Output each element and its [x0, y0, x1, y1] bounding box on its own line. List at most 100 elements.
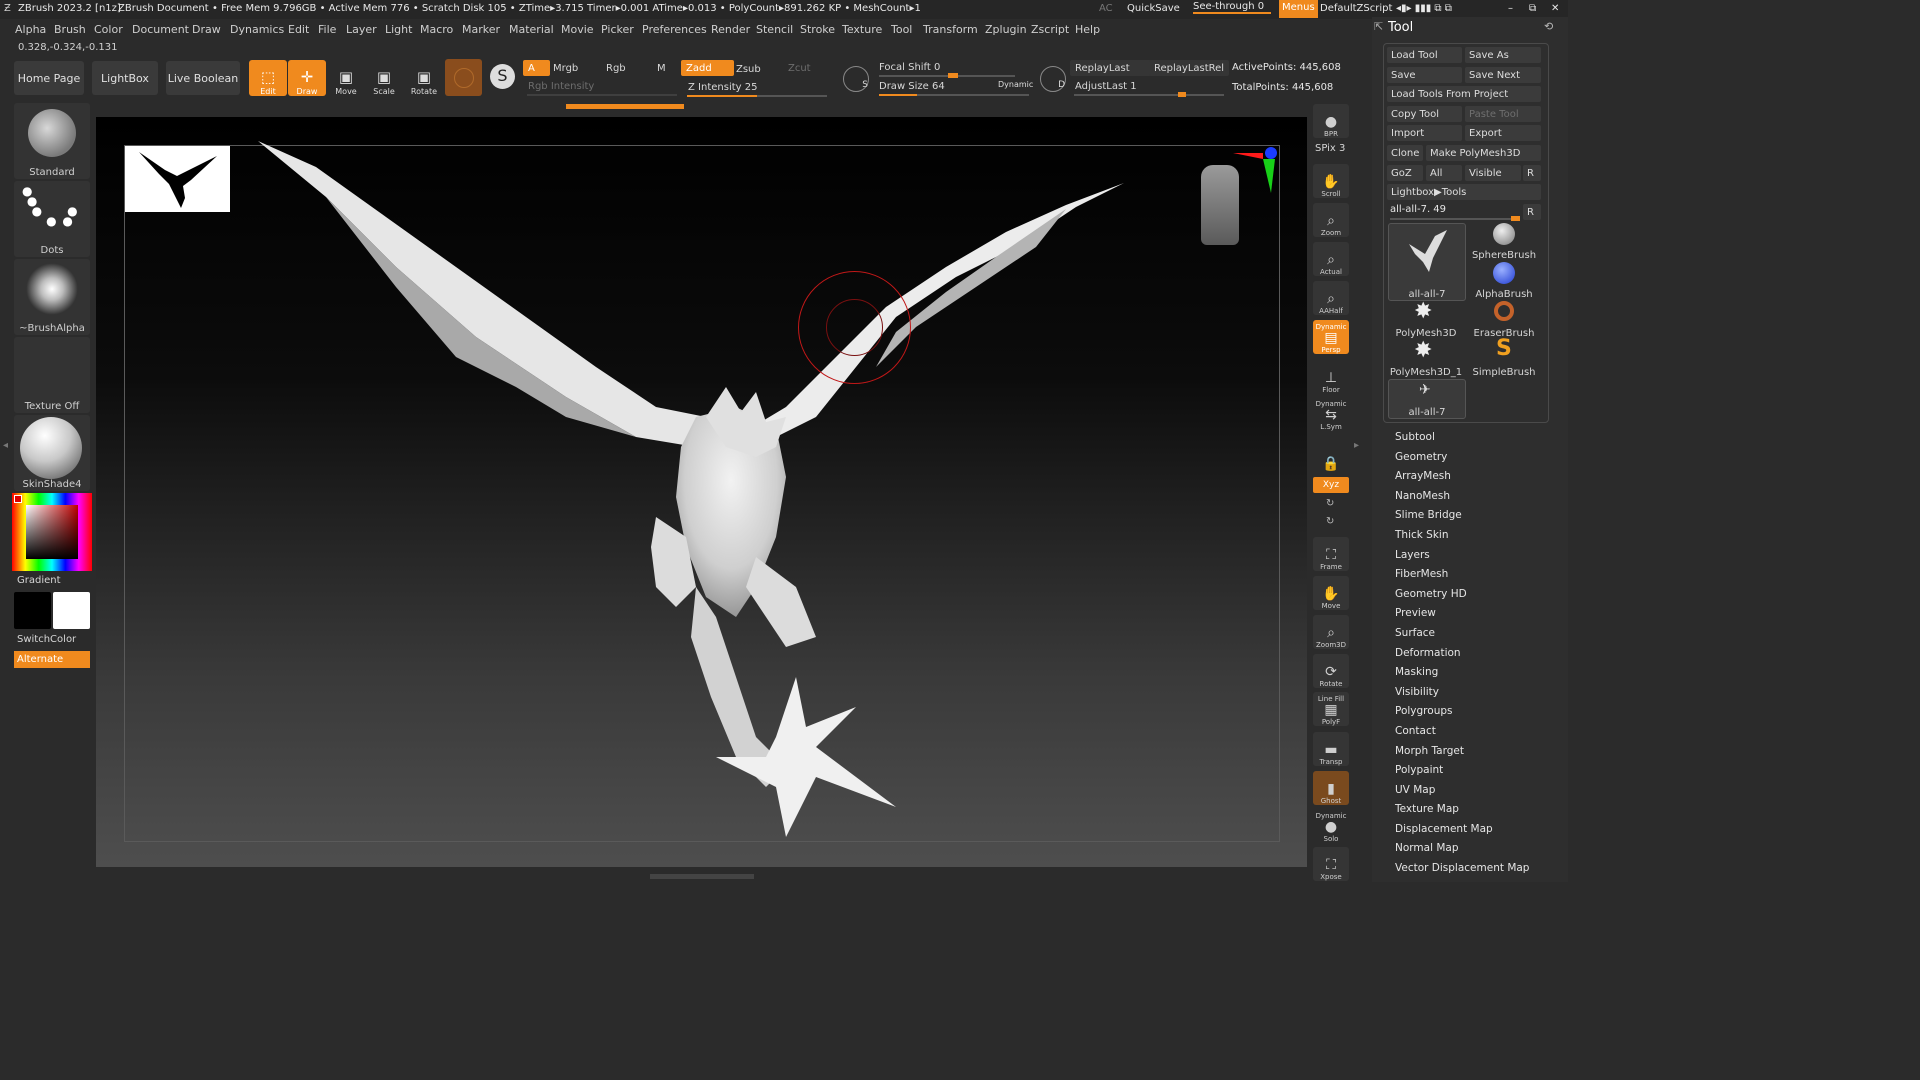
menu-file[interactable]: File — [318, 23, 336, 36]
subpalette-geometry-hd[interactable]: Geometry HD — [1395, 588, 1467, 600]
z-intensity-slider[interactable]: Z Intensity 25 — [683, 79, 833, 95]
material-selector[interactable]: SkinShade4 — [14, 415, 90, 491]
goz-r-button[interactable]: R — [1523, 165, 1541, 181]
zadd-button[interactable]: Zadd — [681, 60, 734, 76]
import-button[interactable]: Import — [1387, 125, 1462, 141]
subpalette-subtool[interactable]: Subtool — [1395, 431, 1435, 443]
paste-tool-button[interactable]: Paste Tool — [1465, 106, 1541, 122]
lightbox-button[interactable]: LightBox — [92, 61, 158, 95]
menu-document[interactable]: Document — [132, 23, 189, 36]
draw-size-slider[interactable]: Draw Size 64 — [874, 78, 994, 94]
menu-light[interactable]: Light — [385, 23, 412, 36]
layout-icons[interactable]: ◂▮▸ ▮▮▮ ⧉ ⧉ — [1396, 3, 1452, 14]
subpalette-slime-bridge[interactable]: Slime Bridge — [1395, 509, 1462, 521]
canvas-viewport[interactable] — [96, 117, 1307, 867]
alpha-selector[interactable]: ~BrushAlpha — [14, 259, 90, 335]
sculptris-s-toggle[interactable]: S — [843, 66, 869, 92]
dragon-model[interactable] — [96, 117, 1307, 867]
home-page-button[interactable]: Home Page — [14, 61, 84, 95]
close-icon[interactable]: ✕ — [1551, 3, 1559, 14]
tool-thumb-all-all-7-b[interactable]: ✈ all-all-7 — [1388, 379, 1466, 419]
xyz-button[interactable]: Xyz — [1313, 477, 1349, 493]
rotate-z-icon[interactable]: ↻ — [1326, 516, 1334, 527]
gradient-label[interactable]: Gradient — [17, 575, 61, 586]
menu-render[interactable]: Render — [711, 23, 750, 36]
subpalette-contact[interactable]: Contact — [1395, 725, 1436, 737]
m-button[interactable]: M — [652, 60, 681, 76]
current-tool-r-button[interactable]: R — [1523, 204, 1541, 220]
aahalf-button[interactable]: ⌕ AAHalf — [1313, 281, 1349, 315]
adjustlast-slider[interactable]: AdjustLast 1 — [1070, 78, 1225, 94]
bpr-button[interactable]: ● BPR — [1313, 104, 1349, 138]
zoom-button[interactable]: ⌕ Zoom — [1313, 203, 1349, 237]
quicksave-button[interactable]: QuickSave — [1127, 3, 1180, 14]
color-picker[interactable] — [12, 493, 92, 571]
pin-icon[interactable]: ⇱ — [1374, 20, 1383, 33]
menu-draw[interactable]: Draw — [192, 23, 221, 36]
rotate-y-icon[interactable]: ↻ — [1326, 498, 1334, 509]
dynamic-size-label[interactable]: Dynamic — [998, 80, 1033, 89]
draw-mode-button[interactable]: ✛ Draw — [288, 60, 326, 96]
subpalette-preview[interactable]: Preview — [1395, 607, 1436, 619]
export-button[interactable]: Export — [1465, 125, 1541, 141]
ghost-button[interactable]: ▮ Ghost — [1313, 771, 1349, 805]
subpalette-uv-map[interactable]: UV Map — [1395, 784, 1435, 796]
dots-d-toggle[interactable]: D — [1040, 66, 1066, 92]
move-view-button[interactable]: ✋ Move — [1313, 576, 1349, 610]
edit-mode-button[interactable]: ⬚ Edit — [249, 60, 287, 96]
floor-button[interactable]: ⊥ Floor — [1313, 360, 1349, 395]
menu-brush[interactable]: Brush — [54, 23, 86, 36]
spix-slider[interactable]: SPix 3 — [1315, 143, 1345, 154]
copy-tool-button[interactable]: Copy Tool — [1387, 106, 1462, 122]
zscript-name[interactable]: DefaultZScript — [1320, 3, 1392, 14]
goz-visible-button[interactable]: Visible — [1465, 165, 1521, 181]
persp-button[interactable]: Dynamic ▤ Persp — [1313, 320, 1349, 354]
subpalette-layers[interactable]: Layers — [1395, 549, 1430, 561]
rgb-intensity-slider[interactable]: Rgb Intensity — [523, 78, 683, 94]
menu-material[interactable]: Material — [509, 23, 554, 36]
subpalette-deformation[interactable]: Deformation — [1395, 647, 1461, 659]
subpalette-texture-map[interactable]: Texture Map — [1395, 803, 1459, 815]
menu-macro[interactable]: Macro — [420, 23, 453, 36]
move-mode-button[interactable]: ▣ Move — [327, 60, 365, 96]
load-tool-button[interactable]: Load Tool — [1387, 47, 1462, 63]
menu-zscript[interactable]: Zscript — [1031, 23, 1069, 36]
maximize-icon[interactable]: ⧉ — [1529, 3, 1536, 14]
scroll-button[interactable]: ✋ Scroll — [1313, 164, 1349, 198]
menu-alpha[interactable]: Alpha — [15, 23, 46, 36]
bottom-tray-handle[interactable] — [650, 874, 754, 879]
subpalette-visibility[interactable]: Visibility — [1395, 686, 1439, 698]
menu-texture[interactable]: Texture — [842, 23, 882, 36]
menu-transform[interactable]: Transform — [923, 23, 978, 36]
polyf-button[interactable]: Line Fill ▦ PolyF — [1313, 692, 1349, 726]
save-next-button[interactable]: Save Next — [1465, 67, 1541, 83]
ac-label[interactable]: AC — [1099, 3, 1113, 14]
rotate-mode-button[interactable]: ▣ Rotate — [405, 60, 443, 96]
tool-thumb-simplebrush[interactable]: S SimpleBrush — [1466, 336, 1542, 378]
scale-mode-button[interactable]: ▣ Scale — [365, 60, 403, 96]
menu-tool[interactable]: Tool — [891, 23, 912, 36]
subpalette-geometry[interactable]: Geometry — [1395, 451, 1447, 463]
goz-button[interactable]: GoZ — [1387, 165, 1423, 181]
menu-zplugin[interactable]: Zplugin — [985, 23, 1027, 36]
menu-stencil[interactable]: Stencil — [756, 23, 793, 36]
rgb-button[interactable]: Rgb — [601, 60, 654, 76]
lsym-button[interactable]: Dynamic ⇆ L.Sym — [1313, 397, 1349, 431]
stroke-selector[interactable]: ● ● ● ● ● ● Dots — [14, 181, 90, 257]
menu-edit[interactable]: Edit — [288, 23, 309, 36]
transp-button[interactable]: ▬ Transp — [1313, 732, 1349, 766]
menu-color[interactable]: Color — [94, 23, 123, 36]
save-button[interactable]: Save — [1387, 67, 1462, 83]
subpalette-nanomesh[interactable]: NanoMesh — [1395, 490, 1450, 502]
subpalette-masking[interactable]: Masking — [1395, 666, 1438, 678]
menu-dynamics[interactable]: Dynamics — [230, 23, 284, 36]
subpalette-thick-skin[interactable]: Thick Skin — [1395, 529, 1449, 541]
see-through-slider[interactable]: See-through 0 — [1193, 1, 1271, 14]
menu-marker[interactable]: Marker — [462, 23, 500, 36]
menu-help[interactable]: Help — [1075, 23, 1100, 36]
zsub-button[interactable]: Zsub — [731, 61, 786, 77]
switchcolor-button[interactable]: SwitchColor — [17, 634, 76, 645]
subpalette-arraymesh[interactable]: ArrayMesh — [1395, 470, 1451, 482]
a-button[interactable]: A — [523, 60, 550, 76]
save-as-button[interactable]: Save As — [1465, 47, 1541, 63]
